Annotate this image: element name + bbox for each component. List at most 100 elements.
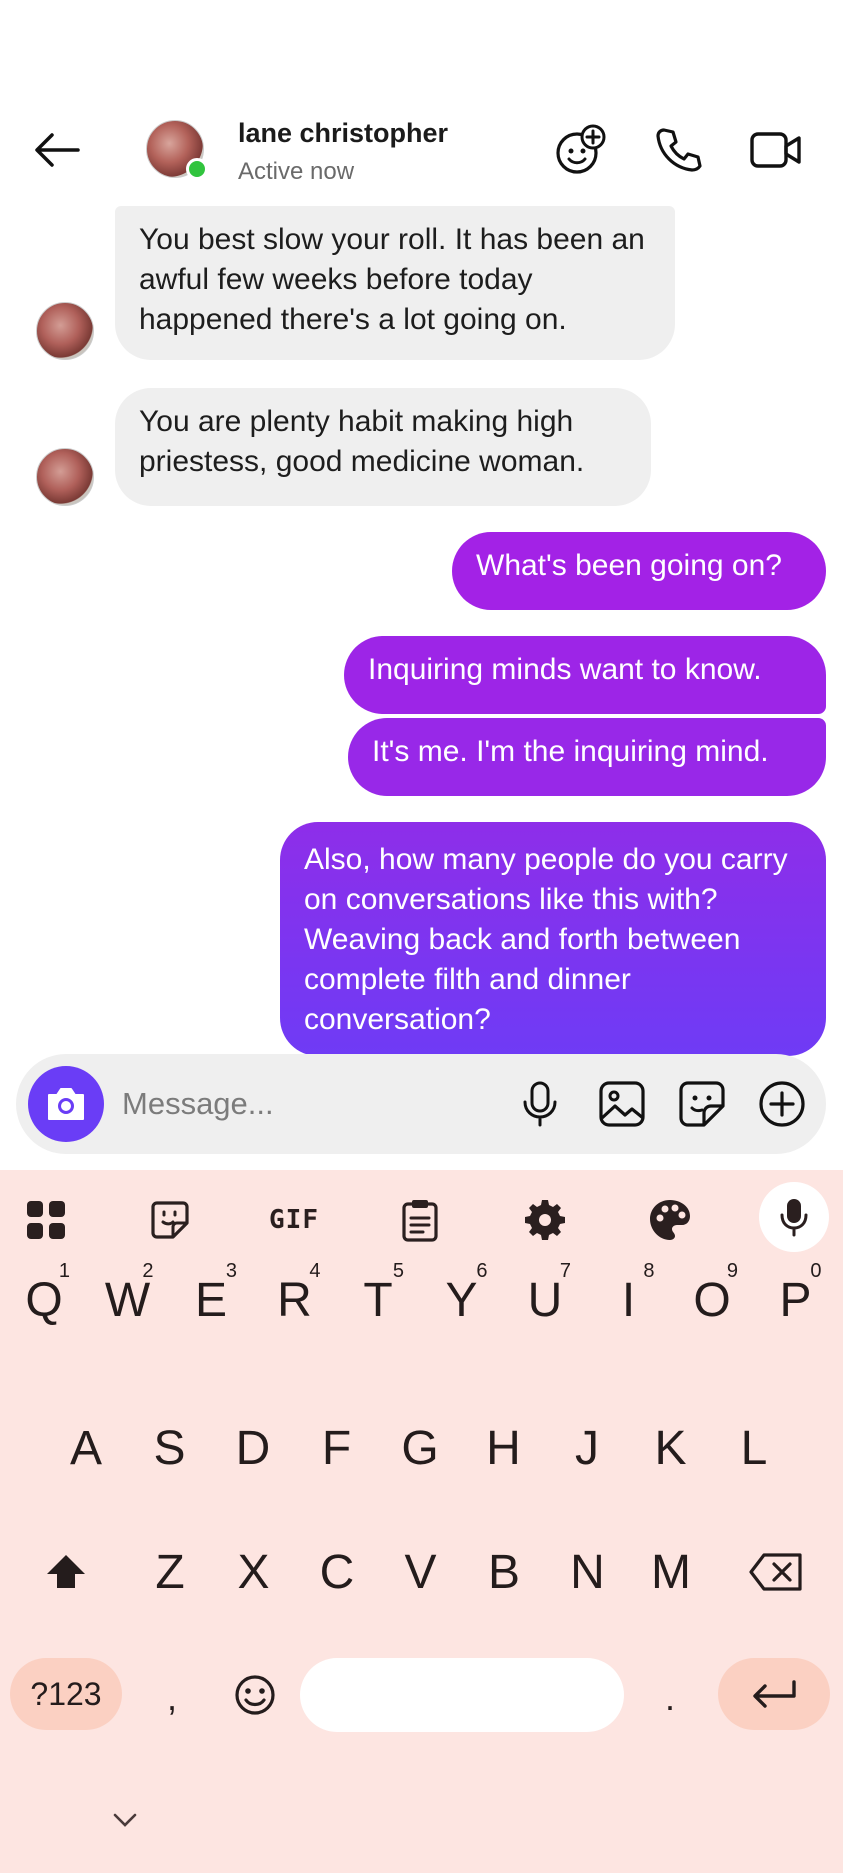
key-label: E <box>194 1273 227 1327</box>
back-arrow-icon <box>35 133 80 167</box>
chat-header: lane christopher Active now <box>0 100 843 200</box>
message-bubble-outgoing[interactable]: Also, how many people do you carry on co… <box>280 822 826 1056</box>
key-t[interactable]: T5 <box>338 1250 418 1350</box>
key-u[interactable]: U7 <box>505 1250 585 1350</box>
key-hint-number: 7 <box>559 1260 571 1282</box>
games-button[interactable] <box>552 122 608 178</box>
key-j[interactable]: J <box>547 1398 627 1498</box>
key-n[interactable]: N <box>548 1522 628 1622</box>
key-x[interactable]: X <box>214 1522 294 1622</box>
key-i[interactable]: I8 <box>589 1250 669 1350</box>
key-w[interactable]: W2 <box>88 1250 168 1350</box>
image-icon <box>599 1081 645 1127</box>
key-y[interactable]: Y6 <box>422 1250 502 1350</box>
chevron-down-icon <box>113 1813 137 1827</box>
key-h[interactable]: H <box>464 1398 544 1498</box>
message-bubble-outgoing[interactable]: What's been going on? <box>452 532 826 610</box>
key-k[interactable]: K <box>631 1398 711 1498</box>
contact-status: Active now <box>238 158 355 185</box>
message-bubble-incoming[interactable]: You are plenty habit making high prieste… <box>115 388 651 506</box>
key-label: Q <box>25 1273 63 1327</box>
enter-key[interactable] <box>718 1658 830 1730</box>
video-camera-icon <box>750 132 801 168</box>
camera-button[interactable] <box>28 1066 104 1142</box>
sticker-icon <box>679 1081 725 1127</box>
key-hint-number: 3 <box>225 1260 237 1282</box>
key-label: Y <box>445 1273 478 1327</box>
video-call-button[interactable] <box>748 122 804 178</box>
sticker-button[interactable] <box>674 1076 730 1132</box>
key-r[interactable]: R4 <box>255 1250 335 1350</box>
camera-icon <box>48 1088 84 1120</box>
key-b[interactable]: B <box>464 1522 544 1622</box>
clipboard-icon <box>402 1200 438 1242</box>
key-label: I <box>621 1273 636 1327</box>
settings-button[interactable] <box>513 1188 577 1252</box>
key-hint-number: 4 <box>309 1260 321 1282</box>
message-input[interactable] <box>122 1079 492 1129</box>
contact-name[interactable]: lane christopher <box>238 118 448 149</box>
backspace-icon <box>749 1553 802 1591</box>
theme-button[interactable] <box>638 1188 702 1252</box>
voice-call-button[interactable] <box>650 122 706 178</box>
shift-key[interactable] <box>26 1522 106 1622</box>
symbols-key[interactable]: ?123 <box>10 1658 122 1730</box>
space-key[interactable] <box>300 1658 624 1732</box>
message-bubble-outgoing[interactable]: It's me. I'm the inquiring mind. <box>348 718 826 796</box>
gear-icon <box>525 1200 565 1240</box>
voice-message-button[interactable] <box>512 1076 568 1132</box>
key-hint-number: 1 <box>58 1260 70 1282</box>
microphone-icon <box>780 1199 808 1237</box>
message-composer <box>16 1054 826 1154</box>
phone-icon <box>656 128 702 172</box>
shift-arrow-icon <box>47 1555 85 1588</box>
back-button[interactable] <box>30 128 84 172</box>
key-hint-number: 5 <box>392 1260 404 1282</box>
message-bubble-incoming[interactable]: You best slow your roll. It has been an … <box>115 206 675 360</box>
key-g[interactable]: G <box>380 1398 460 1498</box>
key-p[interactable]: P0 <box>756 1250 836 1350</box>
emoji-key[interactable] <box>220 1658 290 1732</box>
key-label: O <box>693 1273 731 1327</box>
sender-avatar[interactable] <box>36 302 94 360</box>
keyboard-sticker-button[interactable] <box>138 1188 202 1252</box>
message-bubble-outgoing[interactable]: Inquiring minds want to know. <box>344 636 826 714</box>
emoji-icon <box>235 1675 275 1715</box>
sticker-icon <box>151 1201 189 1239</box>
key-label: R <box>277 1273 312 1327</box>
key-hint-number: 9 <box>726 1260 738 1282</box>
key-m[interactable]: M <box>631 1522 711 1622</box>
backspace-key[interactable] <box>734 1522 818 1622</box>
online-indicator <box>186 158 208 180</box>
voice-typing-button[interactable] <box>759 1182 829 1252</box>
apps-grid-button[interactable] <box>14 1188 78 1252</box>
gallery-button[interactable] <box>594 1076 650 1132</box>
period-key[interactable]: . <box>640 1658 700 1738</box>
key-e[interactable]: E3 <box>171 1250 251 1350</box>
key-d[interactable]: D <box>213 1398 293 1498</box>
gif-button[interactable]: GIF <box>262 1188 326 1252</box>
enter-arrow-icon <box>753 1680 796 1708</box>
key-q[interactable]: Q1 <box>4 1250 84 1350</box>
clipboard-button[interactable] <box>388 1188 452 1252</box>
contact-avatar[interactable] <box>146 120 208 182</box>
key-c[interactable]: C <box>297 1522 377 1622</box>
hide-keyboard-button[interactable] <box>100 1800 150 1840</box>
key-z[interactable]: Z <box>130 1522 210 1622</box>
plus-circle-icon <box>759 1081 805 1127</box>
key-s[interactable]: S <box>130 1398 210 1498</box>
apps-grid-icon <box>27 1201 65 1239</box>
game-effects-icon <box>556 124 606 174</box>
key-hint-number: 8 <box>643 1260 655 1282</box>
more-options-button[interactable] <box>754 1076 810 1132</box>
microphone-icon <box>523 1081 557 1127</box>
key-l[interactable]: L <box>714 1398 794 1498</box>
key-f[interactable]: F <box>297 1398 377 1498</box>
key-v[interactable]: V <box>381 1522 461 1622</box>
key-o[interactable]: O9 <box>672 1250 752 1350</box>
palette-icon <box>650 1200 690 1240</box>
key-hint-number: 2 <box>142 1260 154 1282</box>
key-a[interactable]: A <box>46 1398 126 1498</box>
comma-key[interactable]: , <box>142 1658 202 1738</box>
sender-avatar[interactable] <box>36 448 94 506</box>
